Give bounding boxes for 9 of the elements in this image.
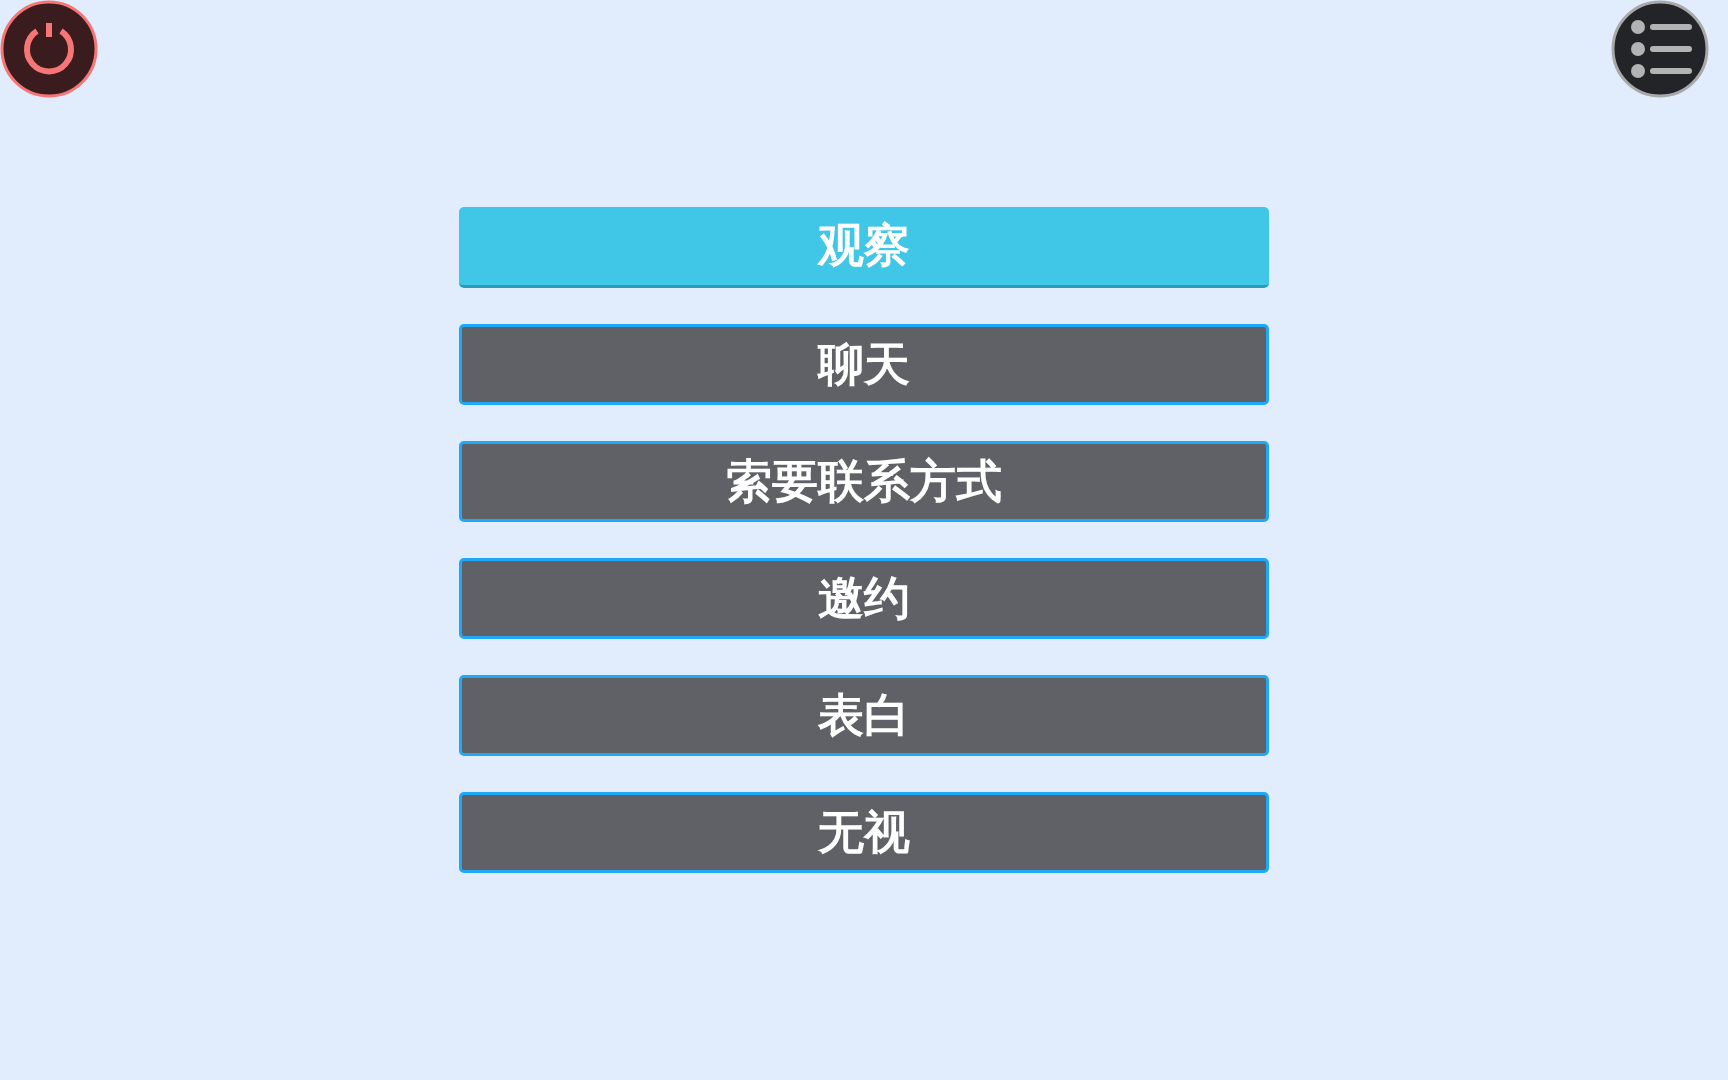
power-button[interactable] <box>0 0 98 98</box>
option-button[interactable]: 聊天 <box>458 324 1269 405</box>
option-button[interactable]: 表白 <box>458 675 1269 756</box>
power-icon <box>0 0 98 98</box>
option-button[interactable]: 索要联系方式 <box>458 441 1269 522</box>
menu-button[interactable] <box>1611 0 1709 98</box>
option-button[interactable]: 无视 <box>458 792 1269 873</box>
option-button[interactable]: 邀约 <box>458 558 1269 639</box>
menu-icon <box>1611 0 1709 98</box>
